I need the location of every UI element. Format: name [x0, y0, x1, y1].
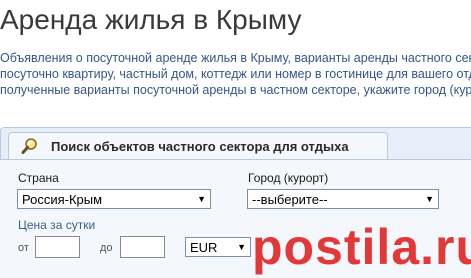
description-line: Объявления о посуточной аренде жилья в К…	[0, 51, 471, 65]
country-select[interactable]: Россия-Крым ▼	[17, 189, 211, 209]
price-from-label: от	[18, 242, 29, 254]
currency-select-value: EUR	[190, 240, 218, 255]
page-title: Аренда жилья в Крыму	[0, 4, 302, 35]
currency-select[interactable]: EUR ▼	[185, 237, 251, 257]
search-tab[interactable]: Поиск объектов частного сектора для отды…	[8, 132, 388, 159]
chevron-down-icon: ▼	[237, 242, 246, 252]
watermark-logo: postila.ru	[252, 219, 471, 275]
chevron-down-icon: ▼	[197, 194, 206, 204]
city-select[interactable]: --выберите-- ▼	[247, 189, 439, 209]
magnifier-icon	[21, 138, 37, 154]
city-label: Город (курорт)	[248, 171, 329, 185]
description-line: полученные варианты посуточной аренды в …	[0, 83, 471, 97]
page: Аренда жилья в Крыму Объявления о посуто…	[0, 0, 471, 278]
description-line: посуточно квартиру, частный дом, коттедж…	[0, 67, 471, 81]
page-description: Объявления о посуточной аренде жилья в К…	[0, 50, 471, 98]
city-select-value: --выберите--	[252, 192, 328, 207]
price-to-label: до	[100, 242, 113, 254]
search-tab-label: Поиск объектов частного сектора для отды…	[51, 139, 349, 154]
price-label: Цена за сутки	[18, 218, 96, 232]
country-label: Страна	[18, 171, 59, 185]
price-from-input[interactable]	[35, 236, 80, 258]
chevron-down-icon: ▼	[425, 194, 434, 204]
price-to-input[interactable]	[120, 236, 165, 258]
country-select-value: Россия-Крым	[22, 192, 103, 207]
